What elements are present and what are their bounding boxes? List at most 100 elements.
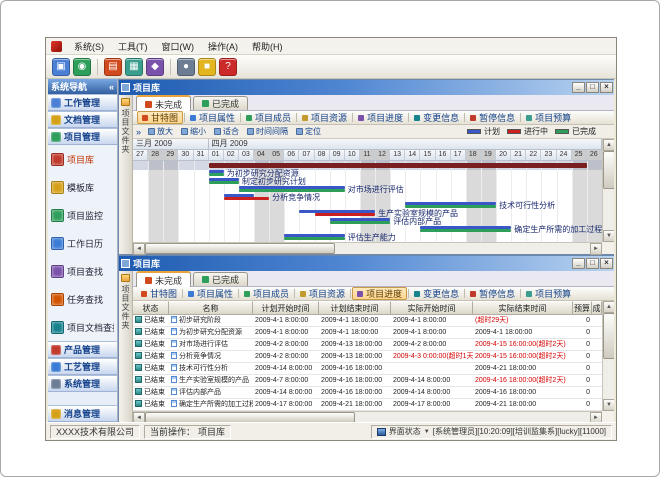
scroll-down-icon[interactable]: ▼: [603, 399, 614, 411]
scroll-right-icon[interactable]: ►: [590, 412, 602, 422]
sidebar-group-产品管理[interactable]: 产品管理: [48, 341, 117, 358]
chart-icon[interactable]: ◆: [146, 58, 164, 76]
grid-window-titlebar[interactable]: 项目库 _□×: [119, 256, 614, 271]
side-tab-project-folder[interactable]: 项目文件夹: [119, 271, 133, 422]
gantt-summary-bar[interactable]: [209, 163, 587, 168]
view-tab-变更信息[interactable]: 变更信息: [410, 111, 463, 124]
view-tab-项目预算[interactable]: 项目预算: [522, 287, 575, 300]
globe-icon[interactable]: ◉: [73, 58, 91, 76]
scroll-thumb[interactable]: [603, 313, 614, 359]
table-row[interactable]: 已结束确定生产所需的加工过程2009-4-17 8:00:002009-4-21…: [133, 399, 602, 411]
scroll-up-icon[interactable]: ▲: [603, 139, 614, 151]
vertical-scrollbar[interactable]: ▲▼: [602, 301, 614, 411]
table-row[interactable]: 已结束技术可行性分析2009-4-14 8:00:002009-4-16 18:…: [133, 363, 602, 375]
minimize-button[interactable]: _: [572, 258, 585, 269]
gantt-actual-bar[interactable]: [405, 205, 496, 208]
minimize-button[interactable]: _: [572, 82, 585, 93]
view-tab-项目预算[interactable]: 项目预算: [522, 111, 575, 124]
gantt-actual-bar[interactable]: [209, 181, 239, 184]
sidebar-group-工作管理[interactable]: 工作管理: [48, 94, 117, 111]
dropdown-icon[interactable]: ▼: [424, 429, 430, 435]
gantt-actual-bar[interactable]: [284, 237, 345, 240]
close-button[interactable]: ×: [600, 82, 613, 93]
scroll-left-icon[interactable]: ◄: [133, 412, 145, 422]
tool-定位[interactable]: 定位: [293, 126, 324, 138]
column-header-成[interactable]: 成: [592, 301, 602, 315]
maximize-button[interactable]: □: [586, 258, 599, 269]
view-tab-项目属性[interactable]: 项目属性: [186, 111, 239, 124]
gantt-actual-bar[interactable]: [224, 197, 269, 200]
table-row[interactable]: 已结束分析竞争情况2009-4-2 8:00:002009-4-13 18:00…: [133, 351, 602, 363]
view-tab-暂停信息[interactable]: 暂停信息: [466, 287, 519, 300]
sidebar-item-任务查找[interactable]: 任务查找: [48, 285, 117, 313]
sidebar-group-文档管理[interactable]: 文档管理: [48, 111, 117, 128]
gantt-actual-bar[interactable]: [330, 221, 391, 224]
gantt-canvas[interactable]: 为初步研究分配资源制定初步研究计划对市场进行评估分析竞争情况技术可行性分析生产实…: [133, 161, 602, 242]
horizontal-scrollbar[interactable]: ◄►: [133, 411, 602, 422]
table-row[interactable]: 已结束生产实验室规模的产品2009-4-7 8:00:002009-4-16 1…: [133, 375, 602, 387]
lock-icon[interactable]: ■: [198, 58, 216, 76]
sidebar-group-消息管理[interactable]: 消息管理: [48, 405, 117, 422]
gantt-actual-bar[interactable]: [315, 213, 376, 216]
view-tab-变更信息[interactable]: 变更信息: [410, 287, 463, 300]
menu-item-5[interactable]: 帮助(H): [245, 38, 290, 55]
scroll-up-icon[interactable]: ▲: [603, 301, 614, 313]
horizontal-scrollbar[interactable]: ◄►: [133, 242, 602, 254]
collapse-icon[interactable]: «: [109, 82, 114, 92]
view-tab-项目资源[interactable]: 项目资源: [298, 111, 351, 124]
close-button[interactable]: ×: [600, 258, 613, 269]
tile-windows-icon[interactable]: ▦: [125, 58, 143, 76]
tab-未完成[interactable]: 未完成: [136, 271, 191, 287]
scroll-track[interactable]: [603, 151, 614, 230]
scroll-left-icon[interactable]: ◄: [133, 243, 145, 255]
view-tab-项目进度[interactable]: 项目进度: [354, 111, 407, 124]
tool-适合[interactable]: 适合: [211, 126, 242, 138]
menu-item-3[interactable]: 窗口(W): [155, 38, 202, 55]
gantt-actual-bar[interactable]: [420, 229, 511, 232]
scroll-track[interactable]: [145, 243, 590, 254]
menu-item-4[interactable]: 操作(A): [201, 38, 245, 55]
tool-缩小[interactable]: 缩小: [178, 126, 209, 138]
sidebar-item-项目查找[interactable]: 项目查找: [48, 257, 117, 285]
gear-icon[interactable]: ●: [177, 58, 195, 76]
scroll-down-icon[interactable]: ▼: [603, 230, 614, 242]
column-header-实际结束时间[interactable]: 实际结束时间: [473, 301, 573, 315]
sidebar-item-项目监控[interactable]: 项目监控: [48, 201, 117, 229]
view-state-label[interactable]: 界面状态: [389, 426, 421, 437]
gantt-window-titlebar[interactable]: 项目库 _□×: [119, 80, 614, 95]
table-row[interactable]: 已结束为初步研究分配资源2009-4-1 8:00:002009-4-1 18:…: [133, 327, 602, 339]
tool-放大[interactable]: 放大: [145, 126, 176, 138]
view-tab-项目成员[interactable]: 项目成员: [242, 111, 295, 124]
view-tab-项目属性[interactable]: 项目属性: [184, 287, 237, 300]
tab-未完成[interactable]: 未完成: [136, 95, 191, 111]
view-tab-暂停信息[interactable]: 暂停信息: [466, 111, 519, 124]
table-row[interactable]: 已结束评估内部产品2009-4-14 8:00:002009-4-16 18:0…: [133, 387, 602, 399]
menu-item-1[interactable]: 系统(S): [67, 38, 111, 55]
gantt-actual-bar[interactable]: [209, 173, 224, 176]
sidebar-item-工作日历[interactable]: 工作日历: [48, 229, 117, 257]
scroll-track[interactable]: [145, 412, 590, 422]
table-row[interactable]: 已结束对市场进行评估2009-4-2 8:00:002009-4-13 18:0…: [133, 339, 602, 351]
column-header-计划结束时间[interactable]: 计划结束时间: [319, 301, 391, 315]
overflow-chevron-icon[interactable]: »: [136, 127, 141, 137]
view-tab-项目进度[interactable]: 项目进度: [352, 287, 407, 300]
scroll-track[interactable]: [603, 313, 614, 399]
gantt-actual-bar[interactable]: [239, 189, 345, 192]
column-header-状态[interactable]: 状态: [133, 301, 169, 315]
tool-时间间隔[interactable]: 时间间隔: [244, 126, 291, 138]
tab-已完成[interactable]: 已完成: [193, 272, 248, 286]
help-icon[interactable]: ?: [219, 58, 237, 76]
scroll-thumb[interactable]: [145, 243, 335, 254]
column-header-名称[interactable]: 名称: [169, 301, 253, 315]
sidebar-item-项目文档查找[interactable]: 项目文档查找: [48, 313, 117, 341]
column-header-实际开始时间[interactable]: 实际开始时间: [391, 301, 473, 315]
view-tab-项目成员[interactable]: 项目成员: [240, 287, 293, 300]
menu-item-2[interactable]: 工具(T): [111, 38, 155, 55]
sidebar-group-工艺管理[interactable]: 工艺管理: [48, 358, 117, 375]
scroll-thumb[interactable]: [145, 412, 355, 422]
view-tab-甘特图[interactable]: 甘特图: [137, 111, 183, 124]
sidebar-item-项目库[interactable]: 项目库: [48, 145, 117, 173]
scroll-right-icon[interactable]: ►: [590, 243, 602, 255]
vertical-scrollbar[interactable]: ▲▼: [602, 139, 614, 242]
sidebar-group-项目管理[interactable]: 项目管理: [48, 128, 117, 145]
